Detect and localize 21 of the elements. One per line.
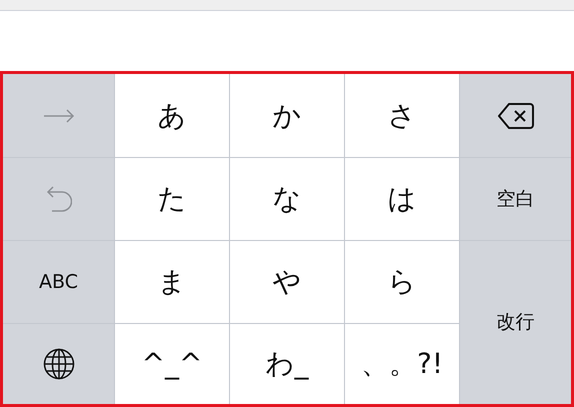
kana-key[interactable]: は bbox=[345, 158, 459, 240]
undo-icon bbox=[46, 185, 72, 213]
return-key[interactable]: 改行 bbox=[460, 241, 571, 404]
function-key[interactable]: 空白 bbox=[460, 158, 571, 240]
kana-key[interactable]: あ bbox=[115, 74, 229, 157]
kana-key[interactable]: 、。?! bbox=[345, 324, 459, 404]
kana-key[interactable]: ま bbox=[115, 241, 229, 323]
globe-icon bbox=[42, 348, 74, 380]
kana-key[interactable]: ら bbox=[345, 241, 459, 323]
delete-key[interactable] bbox=[460, 74, 571, 157]
kana-key[interactable]: な bbox=[230, 158, 344, 240]
function-key[interactable]: ABC bbox=[3, 241, 114, 323]
kana-key[interactable]: た bbox=[115, 158, 229, 240]
kana-key[interactable]: さ bbox=[345, 74, 459, 157]
kana-key[interactable]: か bbox=[230, 74, 344, 157]
kana-key[interactable]: や bbox=[230, 241, 344, 323]
arrow-right-icon bbox=[42, 108, 74, 122]
kana-key[interactable]: わ_ bbox=[230, 324, 344, 404]
kana-key[interactable]: ^_^ bbox=[115, 324, 229, 404]
delete-icon bbox=[498, 102, 534, 128]
globe-key[interactable] bbox=[3, 324, 114, 404]
